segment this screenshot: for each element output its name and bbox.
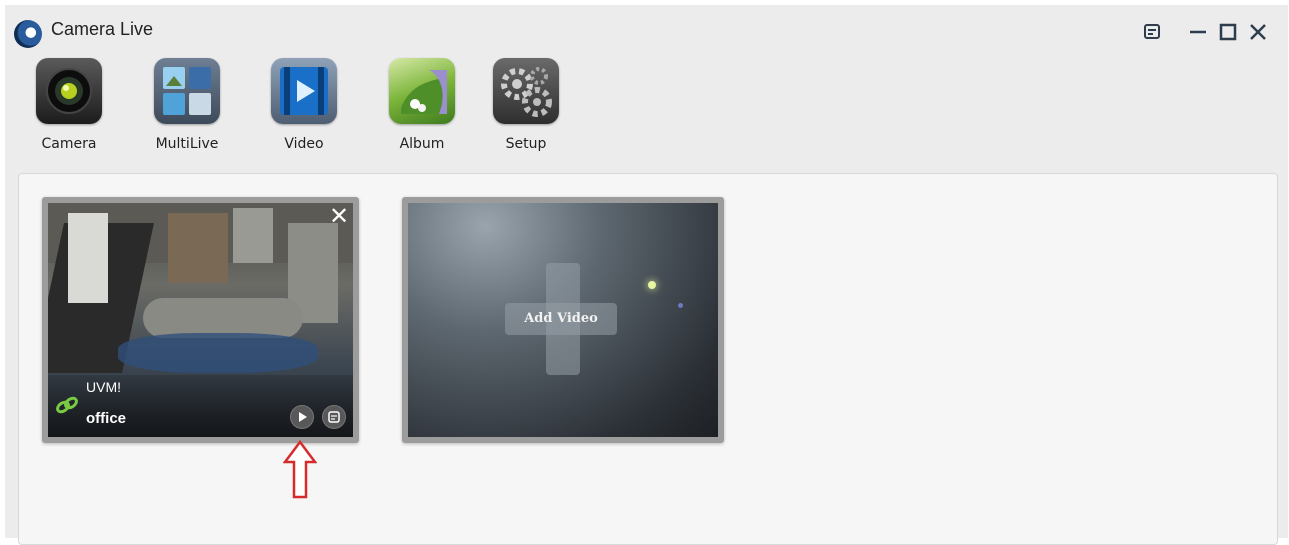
toolbar-multilive-button[interactable]: MultiLive <box>147 58 227 160</box>
camera-settings-button[interactable] <box>322 405 346 429</box>
toolbar-label: Video <box>284 136 324 152</box>
edit-icon <box>328 411 340 423</box>
gear-icon <box>493 58 559 124</box>
add-video-label: Add Video <box>524 311 598 326</box>
add-video-tile[interactable]: Add Video <box>402 197 724 443</box>
toolbar-label: Camera <box>41 136 97 152</box>
toolbar-camera-button[interactable]: Camera <box>29 58 109 160</box>
minimize-icon[interactable] <box>1185 19 1211 45</box>
toolbar-album-button[interactable]: Album <box>382 58 462 160</box>
add-video-area[interactable]: Add Video <box>408 203 718 437</box>
toolbar-label: Album <box>399 136 445 152</box>
album-icon <box>389 58 455 124</box>
toolbar-label: MultiLive <box>155 136 219 152</box>
camera-name: office <box>86 410 127 427</box>
play-icon <box>299 412 307 422</box>
play-button[interactable] <box>290 405 314 429</box>
app-title: Camera Live <box>51 19 154 39</box>
app-window: Camera Live Camera MultiLive Video Album… <box>5 5 1288 545</box>
close-icon[interactable]: ✕ <box>327 204 351 229</box>
annotation-arrow-icon <box>283 440 317 499</box>
camera-tile[interactable]: UVM! office ✕ <box>42 197 359 443</box>
link-icon <box>56 396 78 414</box>
maximize-icon[interactable] <box>1215 19 1241 45</box>
camera-list-panel: UVM! office ✕ Add Video <box>18 173 1278 545</box>
title-bar: Camera Live <box>5 5 1288 53</box>
camera-uid: UVM! <box>86 379 121 395</box>
camera-icon <box>36 58 102 124</box>
video-icon <box>271 58 337 124</box>
toolbar-setup-button[interactable]: Setup <box>486 58 566 160</box>
camera-preview[interactable]: UVM! office ✕ <box>48 203 353 437</box>
close-icon[interactable] <box>1245 19 1271 45</box>
app-logo-icon <box>14 20 42 48</box>
toolbar-label: Setup <box>505 136 547 152</box>
multilive-icon <box>154 58 220 124</box>
feedback-icon[interactable] <box>1139 19 1165 45</box>
toolbar-video-button[interactable]: Video <box>264 58 344 160</box>
